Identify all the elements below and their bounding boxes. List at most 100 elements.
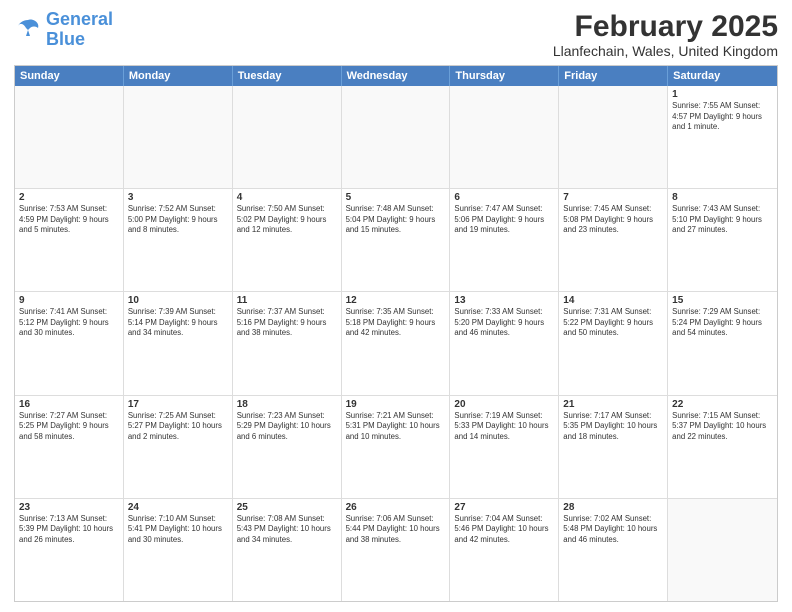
day-info: Sunrise: 7:31 AM Sunset: 5:22 PM Dayligh… bbox=[563, 307, 663, 339]
day-info: Sunrise: 7:13 AM Sunset: 5:39 PM Dayligh… bbox=[19, 514, 119, 546]
calendar-title: February 2025 bbox=[553, 10, 778, 43]
calendar: Sunday Monday Tuesday Wednesday Thursday… bbox=[14, 65, 778, 602]
day-number: 28 bbox=[563, 502, 663, 513]
day-number: 14 bbox=[563, 295, 663, 306]
title-block: February 2025 Llanfechain, Wales, United… bbox=[553, 10, 778, 59]
day-info: Sunrise: 7:52 AM Sunset: 5:00 PM Dayligh… bbox=[128, 204, 228, 236]
header-wednesday: Wednesday bbox=[342, 66, 451, 86]
day-number: 11 bbox=[237, 295, 337, 306]
header-friday: Friday bbox=[559, 66, 668, 86]
day-cell-1: 1Sunrise: 7:55 AM Sunset: 4:57 PM Daylig… bbox=[668, 86, 777, 188]
day-cell-7: 7Sunrise: 7:45 AM Sunset: 5:08 PM Daylig… bbox=[559, 189, 668, 291]
day-cell-6: 6Sunrise: 7:47 AM Sunset: 5:06 PM Daylig… bbox=[450, 189, 559, 291]
empty-cell bbox=[559, 86, 668, 188]
day-info: Sunrise: 7:43 AM Sunset: 5:10 PM Dayligh… bbox=[672, 204, 773, 236]
day-info: Sunrise: 7:15 AM Sunset: 5:37 PM Dayligh… bbox=[672, 411, 773, 443]
day-cell-11: 11Sunrise: 7:37 AM Sunset: 5:16 PM Dayli… bbox=[233, 292, 342, 394]
day-cell-3: 3Sunrise: 7:52 AM Sunset: 5:00 PM Daylig… bbox=[124, 189, 233, 291]
page: General Blue February 2025 Llanfechain, … bbox=[0, 0, 792, 612]
logo-icon bbox=[14, 16, 42, 44]
day-number: 25 bbox=[237, 502, 337, 513]
day-number: 7 bbox=[563, 192, 663, 203]
empty-cell bbox=[668, 499, 777, 601]
day-info: Sunrise: 7:21 AM Sunset: 5:31 PM Dayligh… bbox=[346, 411, 446, 443]
day-number: 20 bbox=[454, 399, 554, 410]
day-info: Sunrise: 7:04 AM Sunset: 5:46 PM Dayligh… bbox=[454, 514, 554, 546]
empty-cell bbox=[15, 86, 124, 188]
day-number: 8 bbox=[672, 192, 773, 203]
calendar-week-2: 2Sunrise: 7:53 AM Sunset: 4:59 PM Daylig… bbox=[15, 189, 777, 292]
day-cell-14: 14Sunrise: 7:31 AM Sunset: 5:22 PM Dayli… bbox=[559, 292, 668, 394]
header-sunday: Sunday bbox=[15, 66, 124, 86]
calendar-subtitle: Llanfechain, Wales, United Kingdom bbox=[553, 43, 778, 59]
day-info: Sunrise: 7:47 AM Sunset: 5:06 PM Dayligh… bbox=[454, 204, 554, 236]
day-cell-2: 2Sunrise: 7:53 AM Sunset: 4:59 PM Daylig… bbox=[15, 189, 124, 291]
day-cell-25: 25Sunrise: 7:08 AM Sunset: 5:43 PM Dayli… bbox=[233, 499, 342, 601]
day-info: Sunrise: 7:37 AM Sunset: 5:16 PM Dayligh… bbox=[237, 307, 337, 339]
day-info: Sunrise: 7:23 AM Sunset: 5:29 PM Dayligh… bbox=[237, 411, 337, 443]
day-number: 3 bbox=[128, 192, 228, 203]
day-number: 27 bbox=[454, 502, 554, 513]
day-cell-27: 27Sunrise: 7:04 AM Sunset: 5:46 PM Dayli… bbox=[450, 499, 559, 601]
day-number: 16 bbox=[19, 399, 119, 410]
logo-blue: Blue bbox=[46, 30, 113, 50]
calendar-header: Sunday Monday Tuesday Wednesday Thursday… bbox=[15, 66, 777, 86]
day-info: Sunrise: 7:39 AM Sunset: 5:14 PM Dayligh… bbox=[128, 307, 228, 339]
calendar-week-5: 23Sunrise: 7:13 AM Sunset: 5:39 PM Dayli… bbox=[15, 499, 777, 601]
day-info: Sunrise: 7:17 AM Sunset: 5:35 PM Dayligh… bbox=[563, 411, 663, 443]
day-info: Sunrise: 7:06 AM Sunset: 5:44 PM Dayligh… bbox=[346, 514, 446, 546]
day-info: Sunrise: 7:25 AM Sunset: 5:27 PM Dayligh… bbox=[128, 411, 228, 443]
day-number: 6 bbox=[454, 192, 554, 203]
logo-text: General Blue bbox=[46, 10, 113, 50]
day-info: Sunrise: 7:08 AM Sunset: 5:43 PM Dayligh… bbox=[237, 514, 337, 546]
day-number: 22 bbox=[672, 399, 773, 410]
day-info: Sunrise: 7:55 AM Sunset: 4:57 PM Dayligh… bbox=[672, 101, 773, 133]
day-number: 1 bbox=[672, 89, 773, 100]
day-number: 18 bbox=[237, 399, 337, 410]
empty-cell bbox=[124, 86, 233, 188]
day-number: 23 bbox=[19, 502, 119, 513]
day-number: 24 bbox=[128, 502, 228, 513]
day-number: 15 bbox=[672, 295, 773, 306]
day-number: 17 bbox=[128, 399, 228, 410]
header-monday: Monday bbox=[124, 66, 233, 86]
header-tuesday: Tuesday bbox=[233, 66, 342, 86]
day-number: 12 bbox=[346, 295, 446, 306]
day-number: 4 bbox=[237, 192, 337, 203]
day-cell-20: 20Sunrise: 7:19 AM Sunset: 5:33 PM Dayli… bbox=[450, 396, 559, 498]
empty-cell bbox=[233, 86, 342, 188]
calendar-week-4: 16Sunrise: 7:27 AM Sunset: 5:25 PM Dayli… bbox=[15, 396, 777, 499]
day-info: Sunrise: 7:27 AM Sunset: 5:25 PM Dayligh… bbox=[19, 411, 119, 443]
day-info: Sunrise: 7:35 AM Sunset: 5:18 PM Dayligh… bbox=[346, 307, 446, 339]
day-cell-26: 26Sunrise: 7:06 AM Sunset: 5:44 PM Dayli… bbox=[342, 499, 451, 601]
day-number: 26 bbox=[346, 502, 446, 513]
day-cell-9: 9Sunrise: 7:41 AM Sunset: 5:12 PM Daylig… bbox=[15, 292, 124, 394]
day-number: 9 bbox=[19, 295, 119, 306]
logo-general: General bbox=[46, 9, 113, 29]
day-cell-19: 19Sunrise: 7:21 AM Sunset: 5:31 PM Dayli… bbox=[342, 396, 451, 498]
day-number: 13 bbox=[454, 295, 554, 306]
day-info: Sunrise: 7:45 AM Sunset: 5:08 PM Dayligh… bbox=[563, 204, 663, 236]
day-cell-17: 17Sunrise: 7:25 AM Sunset: 5:27 PM Dayli… bbox=[124, 396, 233, 498]
day-cell-13: 13Sunrise: 7:33 AM Sunset: 5:20 PM Dayli… bbox=[450, 292, 559, 394]
day-cell-4: 4Sunrise: 7:50 AM Sunset: 5:02 PM Daylig… bbox=[233, 189, 342, 291]
day-info: Sunrise: 7:53 AM Sunset: 4:59 PM Dayligh… bbox=[19, 204, 119, 236]
day-info: Sunrise: 7:19 AM Sunset: 5:33 PM Dayligh… bbox=[454, 411, 554, 443]
day-info: Sunrise: 7:50 AM Sunset: 5:02 PM Dayligh… bbox=[237, 204, 337, 236]
day-info: Sunrise: 7:48 AM Sunset: 5:04 PM Dayligh… bbox=[346, 204, 446, 236]
day-number: 2 bbox=[19, 192, 119, 203]
day-cell-10: 10Sunrise: 7:39 AM Sunset: 5:14 PM Dayli… bbox=[124, 292, 233, 394]
day-info: Sunrise: 7:33 AM Sunset: 5:20 PM Dayligh… bbox=[454, 307, 554, 339]
day-number: 21 bbox=[563, 399, 663, 410]
empty-cell bbox=[450, 86, 559, 188]
header: General Blue February 2025 Llanfechain, … bbox=[14, 10, 778, 59]
day-info: Sunrise: 7:41 AM Sunset: 5:12 PM Dayligh… bbox=[19, 307, 119, 339]
day-cell-5: 5Sunrise: 7:48 AM Sunset: 5:04 PM Daylig… bbox=[342, 189, 451, 291]
day-cell-16: 16Sunrise: 7:27 AM Sunset: 5:25 PM Dayli… bbox=[15, 396, 124, 498]
calendar-week-3: 9Sunrise: 7:41 AM Sunset: 5:12 PM Daylig… bbox=[15, 292, 777, 395]
empty-cell bbox=[342, 86, 451, 188]
day-info: Sunrise: 7:10 AM Sunset: 5:41 PM Dayligh… bbox=[128, 514, 228, 546]
header-saturday: Saturday bbox=[668, 66, 777, 86]
day-number: 19 bbox=[346, 399, 446, 410]
day-cell-15: 15Sunrise: 7:29 AM Sunset: 5:24 PM Dayli… bbox=[668, 292, 777, 394]
